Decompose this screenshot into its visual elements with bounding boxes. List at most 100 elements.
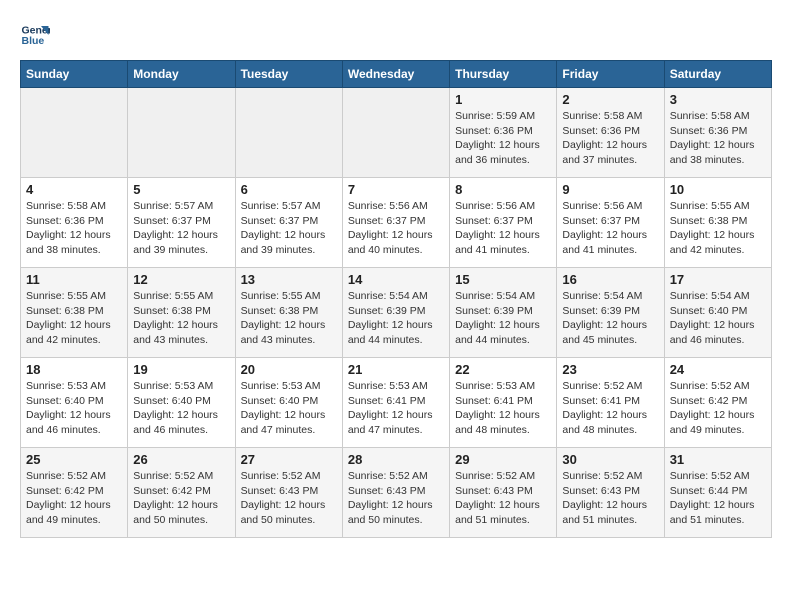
- cell-info: Sunrise: 5:55 AM Sunset: 6:38 PM Dayligh…: [241, 289, 337, 348]
- cell-info: Sunrise: 5:52 AM Sunset: 6:42 PM Dayligh…: [26, 469, 122, 528]
- weekday-header: Wednesday: [342, 61, 449, 88]
- calendar-cell: 18 Sunrise: 5:53 AM Sunset: 6:40 PM Dayli…: [21, 358, 128, 448]
- weekday-header: Saturday: [664, 61, 771, 88]
- calendar-cell: 30 Sunrise: 5:52 AM Sunset: 6:43 PM Dayli…: [557, 448, 664, 538]
- calendar-week-row: 1 Sunrise: 5:59 AM Sunset: 6:36 PM Daylig…: [21, 88, 772, 178]
- calendar-cell: 21 Sunrise: 5:53 AM Sunset: 6:41 PM Dayli…: [342, 358, 449, 448]
- calendar-cell: 10Sunrise: 5:55 AM Sunset: 6:38 PM Dayli…: [664, 178, 771, 268]
- calendar-cell: 23 Sunrise: 5:52 AM Sunset: 6:41 PM Dayli…: [557, 358, 664, 448]
- day-number: 27: [241, 452, 337, 467]
- calendar-cell: 7Sunrise: 5:56 AM Sunset: 6:37 PM Daylig…: [342, 178, 449, 268]
- day-number: 13: [241, 272, 337, 287]
- cell-info: Sunrise: 5:56 AM Sunset: 6:37 PM Dayligh…: [348, 199, 444, 258]
- calendar-cell: 31 Sunrise: 5:52 AM Sunset: 6:44 PM Dayli…: [664, 448, 771, 538]
- calendar-week-row: 18 Sunrise: 5:53 AM Sunset: 6:40 PM Dayli…: [21, 358, 772, 448]
- day-number: 8: [455, 182, 551, 197]
- calendar-cell: 16Sunrise: 5:54 AM Sunset: 6:39 PM Dayli…: [557, 268, 664, 358]
- calendar-cell: [342, 88, 449, 178]
- cell-info: Sunrise: 5:52 AM Sunset: 6:44 PM Dayligh…: [670, 469, 766, 528]
- calendar-cell: 19 Sunrise: 5:53 AM Sunset: 6:40 PM Dayli…: [128, 358, 235, 448]
- calendar-cell: 13 Sunrise: 5:55 AM Sunset: 6:38 PM Dayli…: [235, 268, 342, 358]
- cell-info: Sunrise: 5:52 AM Sunset: 6:43 PM Dayligh…: [348, 469, 444, 528]
- calendar-cell: 25 Sunrise: 5:52 AM Sunset: 6:42 PM Dayli…: [21, 448, 128, 538]
- calendar-cell: 1 Sunrise: 5:59 AM Sunset: 6:36 PM Daylig…: [450, 88, 557, 178]
- cell-info: Sunrise: 5:57 AM Sunset: 6:37 PM Dayligh…: [133, 199, 229, 258]
- cell-info: Sunrise: 5:54 AM Sunset: 6:40 PM Dayligh…: [670, 289, 766, 348]
- calendar-cell: 11 Sunrise: 5:55 AM Sunset: 6:38 PM Dayli…: [21, 268, 128, 358]
- day-number: 22: [455, 362, 551, 377]
- weekday-header: Thursday: [450, 61, 557, 88]
- day-number: 2: [562, 92, 658, 107]
- day-number: 29: [455, 452, 551, 467]
- day-number: 28: [348, 452, 444, 467]
- day-number: 23: [562, 362, 658, 377]
- logo: General Blue: [20, 20, 54, 50]
- cell-info: Sunrise: 5:58 AM Sunset: 6:36 PM Dayligh…: [670, 109, 766, 168]
- cell-info: Sunrise: 5:56 AM Sunset: 6:37 PM Dayligh…: [455, 199, 551, 258]
- calendar-cell: 17 Sunrise: 5:54 AM Sunset: 6:40 PM Dayli…: [664, 268, 771, 358]
- calendar-cell: 12 Sunrise: 5:55 AM Sunset: 6:38 PM Dayli…: [128, 268, 235, 358]
- day-number: 15: [455, 272, 551, 287]
- day-number: 4: [26, 182, 122, 197]
- cell-info: Sunrise: 5:53 AM Sunset: 6:40 PM Dayligh…: [133, 379, 229, 438]
- weekday-header-row: SundayMondayTuesdayWednesdayThursdayFrid…: [21, 61, 772, 88]
- cell-info: Sunrise: 5:58 AM Sunset: 6:36 PM Dayligh…: [562, 109, 658, 168]
- day-number: 3: [670, 92, 766, 107]
- cell-info: Sunrise: 5:58 AM Sunset: 6:36 PM Dayligh…: [26, 199, 122, 258]
- cell-info: Sunrise: 5:52 AM Sunset: 6:42 PM Dayligh…: [670, 379, 766, 438]
- day-number: 31: [670, 452, 766, 467]
- cell-info: Sunrise: 5:57 AM Sunset: 6:37 PM Dayligh…: [241, 199, 337, 258]
- day-number: 5: [133, 182, 229, 197]
- svg-text:Blue: Blue: [22, 35, 45, 47]
- weekday-header: Tuesday: [235, 61, 342, 88]
- cell-info: Sunrise: 5:54 AM Sunset: 6:39 PM Dayligh…: [348, 289, 444, 348]
- day-number: 6: [241, 182, 337, 197]
- cell-info: Sunrise: 5:59 AM Sunset: 6:36 PM Dayligh…: [455, 109, 551, 168]
- cell-info: Sunrise: 5:53 AM Sunset: 6:40 PM Dayligh…: [26, 379, 122, 438]
- calendar-cell: 5 Sunrise: 5:57 AM Sunset: 6:37 PM Daylig…: [128, 178, 235, 268]
- day-number: 19: [133, 362, 229, 377]
- weekday-header: Sunday: [21, 61, 128, 88]
- day-number: 11: [26, 272, 122, 287]
- day-number: 12: [133, 272, 229, 287]
- day-number: 1: [455, 92, 551, 107]
- calendar-cell: 29 Sunrise: 5:52 AM Sunset: 6:43 PM Dayli…: [450, 448, 557, 538]
- cell-info: Sunrise: 5:56 AM Sunset: 6:37 PM Dayligh…: [562, 199, 658, 258]
- cell-info: Sunrise: 5:53 AM Sunset: 6:41 PM Dayligh…: [455, 379, 551, 438]
- day-number: 21: [348, 362, 444, 377]
- day-number: 18: [26, 362, 122, 377]
- logo-icon: General Blue: [20, 20, 50, 50]
- calendar-cell: 6 Sunrise: 5:57 AM Sunset: 6:37 PM Daylig…: [235, 178, 342, 268]
- day-number: 16: [562, 272, 658, 287]
- cell-info: Sunrise: 5:52 AM Sunset: 6:43 PM Dayligh…: [455, 469, 551, 528]
- calendar-cell: 28 Sunrise: 5:52 AM Sunset: 6:43 PM Dayli…: [342, 448, 449, 538]
- cell-info: Sunrise: 5:52 AM Sunset: 6:43 PM Dayligh…: [562, 469, 658, 528]
- calendar-week-row: 4 Sunrise: 5:58 AM Sunset: 6:36 PM Daylig…: [21, 178, 772, 268]
- calendar-cell: 22 Sunrise: 5:53 AM Sunset: 6:41 PM Dayli…: [450, 358, 557, 448]
- cell-info: Sunrise: 5:55 AM Sunset: 6:38 PM Dayligh…: [670, 199, 766, 258]
- calendar-cell: 14Sunrise: 5:54 AM Sunset: 6:39 PM Dayli…: [342, 268, 449, 358]
- calendar-table: SundayMondayTuesdayWednesdayThursdayFrid…: [20, 60, 772, 538]
- cell-info: Sunrise: 5:55 AM Sunset: 6:38 PM Dayligh…: [26, 289, 122, 348]
- calendar-cell: [21, 88, 128, 178]
- cell-info: Sunrise: 5:52 AM Sunset: 6:42 PM Dayligh…: [133, 469, 229, 528]
- calendar-cell: 24Sunrise: 5:52 AM Sunset: 6:42 PM Dayli…: [664, 358, 771, 448]
- calendar-cell: 27Sunrise: 5:52 AM Sunset: 6:43 PM Dayli…: [235, 448, 342, 538]
- calendar-week-row: 25 Sunrise: 5:52 AM Sunset: 6:42 PM Dayli…: [21, 448, 772, 538]
- day-number: 30: [562, 452, 658, 467]
- calendar-cell: 8 Sunrise: 5:56 AM Sunset: 6:37 PM Daylig…: [450, 178, 557, 268]
- day-number: 9: [562, 182, 658, 197]
- cell-info: Sunrise: 5:54 AM Sunset: 6:39 PM Dayligh…: [455, 289, 551, 348]
- cell-info: Sunrise: 5:52 AM Sunset: 6:41 PM Dayligh…: [562, 379, 658, 438]
- calendar-cell: [128, 88, 235, 178]
- calendar-cell: 4 Sunrise: 5:58 AM Sunset: 6:36 PM Daylig…: [21, 178, 128, 268]
- page-header: General Blue: [20, 20, 772, 50]
- calendar-cell: [235, 88, 342, 178]
- calendar-cell: 2 Sunrise: 5:58 AM Sunset: 6:36 PM Daylig…: [557, 88, 664, 178]
- day-number: 26: [133, 452, 229, 467]
- cell-info: Sunrise: 5:53 AM Sunset: 6:41 PM Dayligh…: [348, 379, 444, 438]
- day-number: 25: [26, 452, 122, 467]
- cell-info: Sunrise: 5:55 AM Sunset: 6:38 PM Dayligh…: [133, 289, 229, 348]
- cell-info: Sunrise: 5:53 AM Sunset: 6:40 PM Dayligh…: [241, 379, 337, 438]
- day-number: 17: [670, 272, 766, 287]
